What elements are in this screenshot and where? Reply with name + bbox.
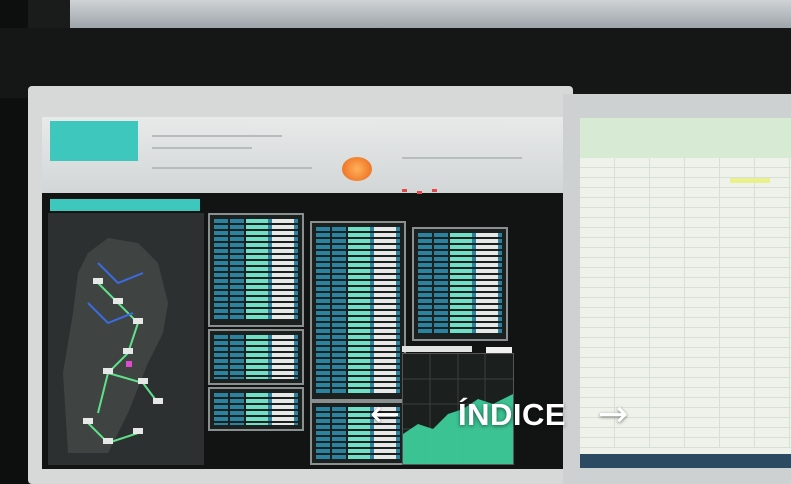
header-line bbox=[152, 167, 312, 169]
dashboard-header bbox=[42, 117, 564, 194]
map-title-bar bbox=[50, 199, 200, 211]
photo-scene: ← ÍNDICE → bbox=[0, 0, 791, 484]
header-line bbox=[152, 147, 252, 149]
index-navigation: ← ÍNDICE → bbox=[364, 392, 654, 438]
network-map bbox=[63, 238, 168, 453]
index-link[interactable]: ÍNDICE bbox=[458, 392, 566, 438]
red-indicator bbox=[432, 189, 437, 192]
data-panel bbox=[208, 387, 304, 431]
company-logo bbox=[342, 157, 372, 181]
red-indicator bbox=[417, 191, 422, 194]
map-highlight-node bbox=[126, 361, 132, 367]
header-line bbox=[402, 157, 522, 159]
trend-title-bar bbox=[402, 346, 472, 352]
red-indicator bbox=[402, 189, 407, 192]
ceiling-display-strip bbox=[70, 0, 791, 28]
data-panel bbox=[208, 329, 304, 385]
arrow-left-icon[interactable]: ← bbox=[370, 392, 400, 438]
data-panel bbox=[208, 213, 304, 327]
os-taskbar bbox=[580, 454, 791, 468]
arrow-right-icon[interactable]: → bbox=[598, 392, 628, 438]
header-teal-block bbox=[50, 121, 138, 161]
network-map-panel bbox=[48, 213, 204, 465]
spreadsheet-header bbox=[580, 118, 791, 158]
region-shape bbox=[63, 238, 168, 453]
data-panel bbox=[412, 227, 508, 341]
spreadsheet-highlight bbox=[730, 178, 770, 183]
data-panel bbox=[310, 221, 406, 401]
header-line bbox=[152, 135, 282, 137]
